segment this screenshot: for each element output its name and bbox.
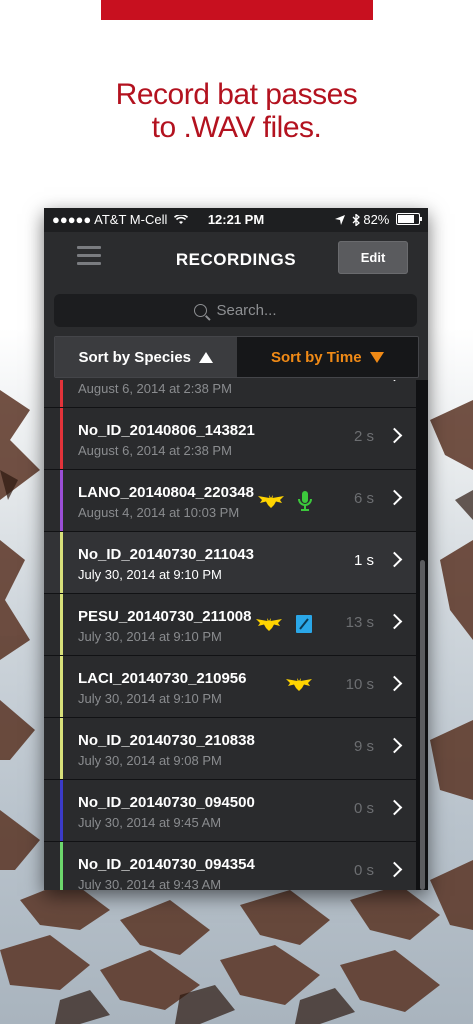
recording-date: July 30, 2014 at 9:45 AM <box>78 815 222 830</box>
recording-row[interactable]: LANO_20140804_220348 August 4, 2014 at 10… <box>44 470 416 532</box>
bluetooth-icon <box>352 213 360 227</box>
recording-date: July 30, 2014 at 9:10 PM <box>78 567 222 582</box>
promo-headline: Record bat passes to .WAV files. <box>0 78 473 144</box>
recording-name: No_ID_20140730_094500 <box>78 794 255 811</box>
recording-date: July 30, 2014 at 9:10 PM <box>78 691 222 706</box>
chevron-right-icon <box>386 675 403 692</box>
species-color-stripe <box>60 380 63 407</box>
headline-line-2: to .WAV files. <box>151 111 322 144</box>
species-color-stripe <box>60 780 63 841</box>
species-color-stripe <box>60 656 63 717</box>
recording-row[interactable]: No_ID_20140806_143821 August 6, 2014 at 2… <box>44 408 416 470</box>
recording-row[interactable]: No_ID_20140730_210838 July 30, 2014 at 9:… <box>44 718 416 780</box>
recording-duration: 10 s <box>345 676 374 693</box>
recording-date: July 30, 2014 at 9:08 PM <box>78 753 222 768</box>
chevron-right-icon <box>386 427 403 444</box>
sort-by-time-button[interactable]: Sort by Time <box>236 337 418 377</box>
top-red-bar <box>101 0 373 20</box>
recording-icons <box>258 491 312 516</box>
battery-percent: 82% <box>363 212 390 227</box>
status-right: 82% <box>335 212 422 227</box>
chevron-right-icon <box>386 613 403 630</box>
recording-row[interactable]: No_ID_20140730_094354 July 30, 2014 at 9:… <box>44 842 416 890</box>
recording-duration: 0 s <box>353 862 374 879</box>
phone-screen: ●●●●● AT&T M-Cell 12:21 PM 82% RECORDING… <box>44 208 428 890</box>
search-icon <box>194 304 208 317</box>
status-bar: ●●●●● AT&T M-Cell 12:21 PM 82% <box>44 208 428 232</box>
recording-name: No_ID_20140806_143821 <box>78 422 255 439</box>
recording-icons <box>256 615 312 638</box>
recording-row[interactable]: PESU_20140730_211008 July 30, 2014 at 9:1… <box>44 594 416 656</box>
recording-name: LACI_20140730_210956 <box>78 670 247 687</box>
battery-icon <box>396 213 422 225</box>
recording-duration: 1 s <box>353 552 374 569</box>
sort-segmented-control: Sort by Species Sort by Time <box>54 336 419 378</box>
recording-date: August 4, 2014 at 10:03 PM <box>78 505 240 520</box>
chevron-right-icon <box>386 489 403 506</box>
species-color-stripe <box>60 718 63 779</box>
recording-date: August 6, 2014 at 2:38 PM <box>78 381 232 396</box>
search-area: Search... <box>44 286 428 334</box>
recordings-list[interactable]: August 6, 2014 at 2:38 PM 3 s No_ID_201408… <box>44 380 428 890</box>
species-color-stripe <box>60 842 63 890</box>
bat-icon <box>258 494 284 513</box>
chevron-right-icon <box>386 737 403 754</box>
sort-species-label: Sort by Species <box>78 348 192 366</box>
recording-name: No_ID_20140730_211043 <box>78 546 254 563</box>
microphone-icon <box>298 491 312 516</box>
triangle-up-icon <box>199 351 214 363</box>
recording-date: July 30, 2014 at 9:10 PM <box>78 629 222 644</box>
recording-date: July 30, 2014 at 9:43 AM <box>78 877 222 890</box>
recording-name: PESU_20140730_211008 <box>78 608 252 625</box>
chevron-right-icon <box>386 551 403 568</box>
recording-duration: 2 s <box>353 428 374 445</box>
scrollbar[interactable] <box>420 560 425 890</box>
recording-icons <box>286 677 312 696</box>
headline-line-1: Record bat passes <box>115 78 358 111</box>
chevron-right-icon <box>386 380 403 382</box>
edit-button[interactable]: Edit <box>338 241 408 274</box>
recording-duration: 6 s <box>353 490 374 507</box>
recording-duration: 13 s <box>345 614 374 631</box>
recording-name: No_ID_20140730_210838 <box>78 732 255 749</box>
sort-by-species-button[interactable]: Sort by Species <box>55 337 237 377</box>
recording-name: LANO_20140804_220348 <box>78 484 254 501</box>
recording-row[interactable]: No_ID_20140730_094500 July 30, 2014 at 9:… <box>44 780 416 842</box>
bat-icon <box>256 617 282 636</box>
chevron-right-icon <box>386 799 403 816</box>
search-input[interactable]: Search... <box>54 294 417 327</box>
note-icon <box>296 615 312 638</box>
recording-duration: 0 s <box>353 800 374 817</box>
recording-row[interactable]: No_ID_20140730_211043 July 30, 2014 at 9:… <box>44 532 416 594</box>
species-color-stripe <box>60 408 63 469</box>
recording-duration: 9 s <box>353 738 374 755</box>
recording-row[interactable]: LACI_20140730_210956 July 30, 2014 at 9:1… <box>44 656 416 718</box>
recording-name: No_ID_20140730_094354 <box>78 856 255 873</box>
search-placeholder: Search... <box>216 302 277 319</box>
chevron-right-icon <box>386 861 403 878</box>
species-color-stripe <box>60 470 63 531</box>
bat-icon <box>286 677 312 696</box>
species-color-stripe <box>60 532 63 593</box>
recording-date: August 6, 2014 at 2:38 PM <box>78 443 232 458</box>
recording-row[interactable]: August 6, 2014 at 2:38 PM 3 s <box>44 380 416 408</box>
recording-duration: 3 s <box>354 380 374 383</box>
sort-time-label: Sort by Time <box>270 348 362 366</box>
sort-bar: Sort by Species Sort by Time <box>44 334 428 380</box>
triangle-down-icon <box>369 351 384 363</box>
location-arrow-icon <box>335 215 346 225</box>
species-color-stripe <box>60 594 63 655</box>
nav-bar: RECORDINGS Edit <box>44 232 428 286</box>
